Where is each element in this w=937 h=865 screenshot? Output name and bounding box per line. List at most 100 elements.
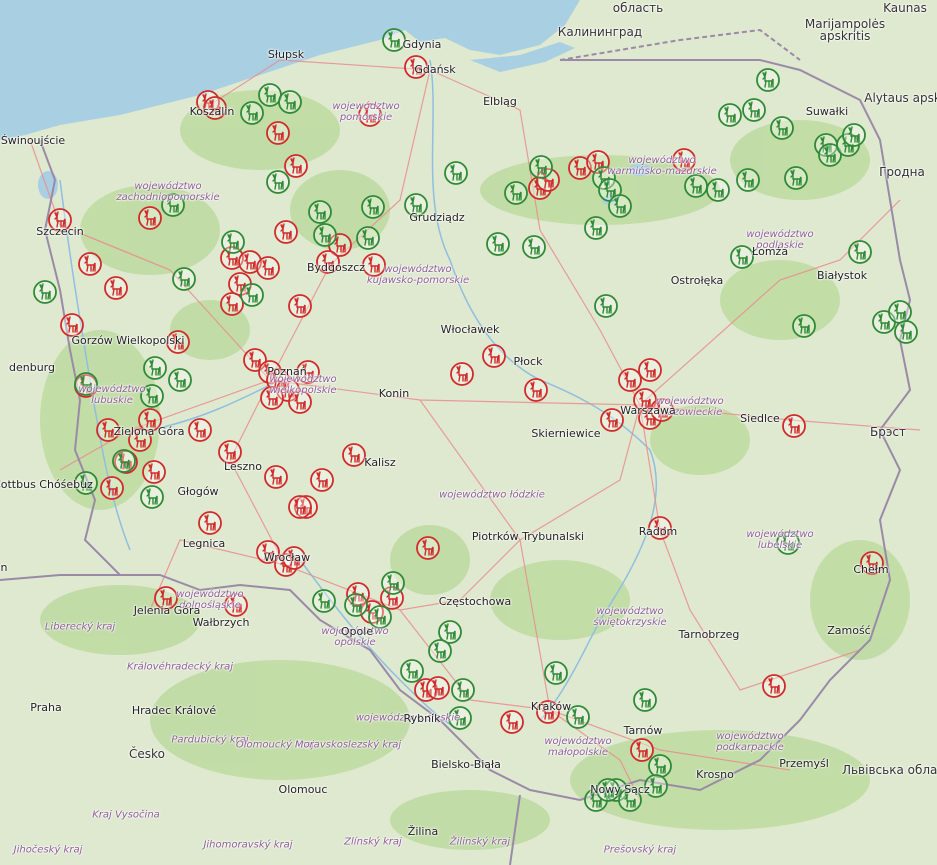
deer-marker[interactable] xyxy=(221,230,245,254)
deer-marker[interactable] xyxy=(203,96,227,120)
deer-marker[interactable] xyxy=(74,471,98,495)
deer-marker[interactable] xyxy=(48,208,72,232)
deer-marker[interactable] xyxy=(524,378,548,402)
deer-marker[interactable] xyxy=(296,360,320,384)
deer-marker[interactable] xyxy=(404,55,428,79)
deer-marker[interactable] xyxy=(266,170,290,194)
deer-marker[interactable] xyxy=(536,700,560,724)
deer-marker[interactable] xyxy=(278,90,302,114)
deer-marker[interactable] xyxy=(224,593,248,617)
deer-marker[interactable] xyxy=(842,123,866,147)
deer-marker[interactable] xyxy=(308,200,332,224)
deer-marker[interactable] xyxy=(648,754,672,778)
deer-marker[interactable] xyxy=(762,674,786,698)
deer-marker[interactable] xyxy=(894,320,918,344)
deer-marker[interactable] xyxy=(381,571,405,595)
deer-marker[interactable] xyxy=(426,676,450,700)
deer-marker[interactable] xyxy=(448,706,472,730)
deer-marker[interactable] xyxy=(310,468,334,492)
deer-marker[interactable] xyxy=(282,546,306,570)
deer-marker[interactable] xyxy=(368,605,392,629)
deer-marker[interactable] xyxy=(313,223,337,247)
deer-marker[interactable] xyxy=(288,294,312,318)
deer-marker[interactable] xyxy=(312,589,336,613)
deer-marker[interactable] xyxy=(650,398,674,422)
deer-marker[interactable] xyxy=(342,443,366,467)
deer-marker[interactable] xyxy=(672,148,696,172)
deer-marker[interactable] xyxy=(522,235,546,259)
deer-marker[interactable] xyxy=(544,661,568,685)
deer-marker[interactable] xyxy=(258,83,282,107)
deer-marker[interactable] xyxy=(756,68,780,92)
deer-marker[interactable] xyxy=(644,774,668,798)
deer-marker[interactable] xyxy=(218,440,242,464)
deer-marker[interactable] xyxy=(718,103,742,127)
deer-marker[interactable] xyxy=(444,161,468,185)
deer-marker[interactable] xyxy=(416,536,440,560)
deer-marker[interactable] xyxy=(638,358,662,382)
deer-marker[interactable] xyxy=(706,178,730,202)
deer-marker[interactable] xyxy=(96,418,120,442)
deer-marker[interactable] xyxy=(600,408,624,432)
deer-marker[interactable] xyxy=(684,174,708,198)
deer-marker[interactable] xyxy=(400,659,424,683)
deer-marker[interactable] xyxy=(344,593,368,617)
deer-marker[interactable] xyxy=(138,206,162,230)
deer-marker[interactable] xyxy=(142,460,166,484)
deer-marker[interactable] xyxy=(608,194,632,218)
deer-marker[interactable] xyxy=(264,465,288,489)
deer-marker[interactable] xyxy=(356,226,380,250)
deer-marker[interactable] xyxy=(450,362,474,386)
deer-marker[interactable] xyxy=(566,705,590,729)
deer-marker[interactable] xyxy=(112,449,136,473)
map-canvas[interactable]: область Калининград Marijampolės apskritis… xyxy=(0,0,937,865)
deer-marker[interactable] xyxy=(784,166,808,190)
deer-marker[interactable] xyxy=(888,300,912,324)
deer-marker[interactable] xyxy=(500,710,524,734)
deer-marker[interactable] xyxy=(198,511,222,535)
deer-marker[interactable] xyxy=(428,639,452,663)
deer-marker[interactable] xyxy=(166,330,190,354)
deer-marker[interactable] xyxy=(630,738,654,762)
deer-marker[interactable] xyxy=(596,778,620,802)
deer-marker[interactable] xyxy=(288,495,312,519)
deer-marker[interactable] xyxy=(362,253,386,277)
deer-marker[interactable] xyxy=(770,116,794,140)
deer-marker[interactable] xyxy=(594,294,618,318)
deer-marker[interactable] xyxy=(451,678,475,702)
deer-marker[interactable] xyxy=(140,384,164,408)
deer-marker[interactable] xyxy=(240,101,264,125)
deer-marker[interactable] xyxy=(529,155,553,179)
deer-marker[interactable] xyxy=(742,98,766,122)
deer-marker[interactable] xyxy=(848,240,872,264)
deer-marker[interactable] xyxy=(860,551,884,575)
deer-marker[interactable] xyxy=(33,280,57,304)
deer-marker[interactable] xyxy=(486,232,510,256)
deer-marker[interactable] xyxy=(220,292,244,316)
deer-marker[interactable] xyxy=(104,276,128,300)
deer-marker[interactable] xyxy=(168,368,192,392)
deer-marker[interactable] xyxy=(288,390,312,414)
deer-marker[interactable] xyxy=(266,121,290,145)
deer-marker[interactable] xyxy=(188,418,212,442)
deer-marker[interactable] xyxy=(172,267,196,291)
deer-marker[interactable] xyxy=(736,168,760,192)
deer-marker[interactable] xyxy=(138,408,162,432)
deer-marker[interactable] xyxy=(256,256,280,280)
deer-marker[interactable] xyxy=(618,368,642,392)
deer-marker[interactable] xyxy=(584,216,608,240)
deer-marker[interactable] xyxy=(782,414,806,438)
deer-marker[interactable] xyxy=(100,476,124,500)
deer-marker[interactable] xyxy=(74,372,98,396)
deer-marker[interactable] xyxy=(618,788,642,812)
deer-marker[interactable] xyxy=(316,250,340,274)
deer-marker[interactable] xyxy=(482,344,506,368)
deer-marker[interactable] xyxy=(78,252,102,276)
deer-marker[interactable] xyxy=(240,283,264,307)
deer-marker[interactable] xyxy=(128,428,152,452)
deer-marker[interactable] xyxy=(284,154,308,178)
deer-marker[interactable] xyxy=(730,245,754,269)
deer-marker[interactable] xyxy=(633,688,657,712)
deer-marker[interactable] xyxy=(382,28,406,52)
deer-marker[interactable] xyxy=(648,516,672,540)
